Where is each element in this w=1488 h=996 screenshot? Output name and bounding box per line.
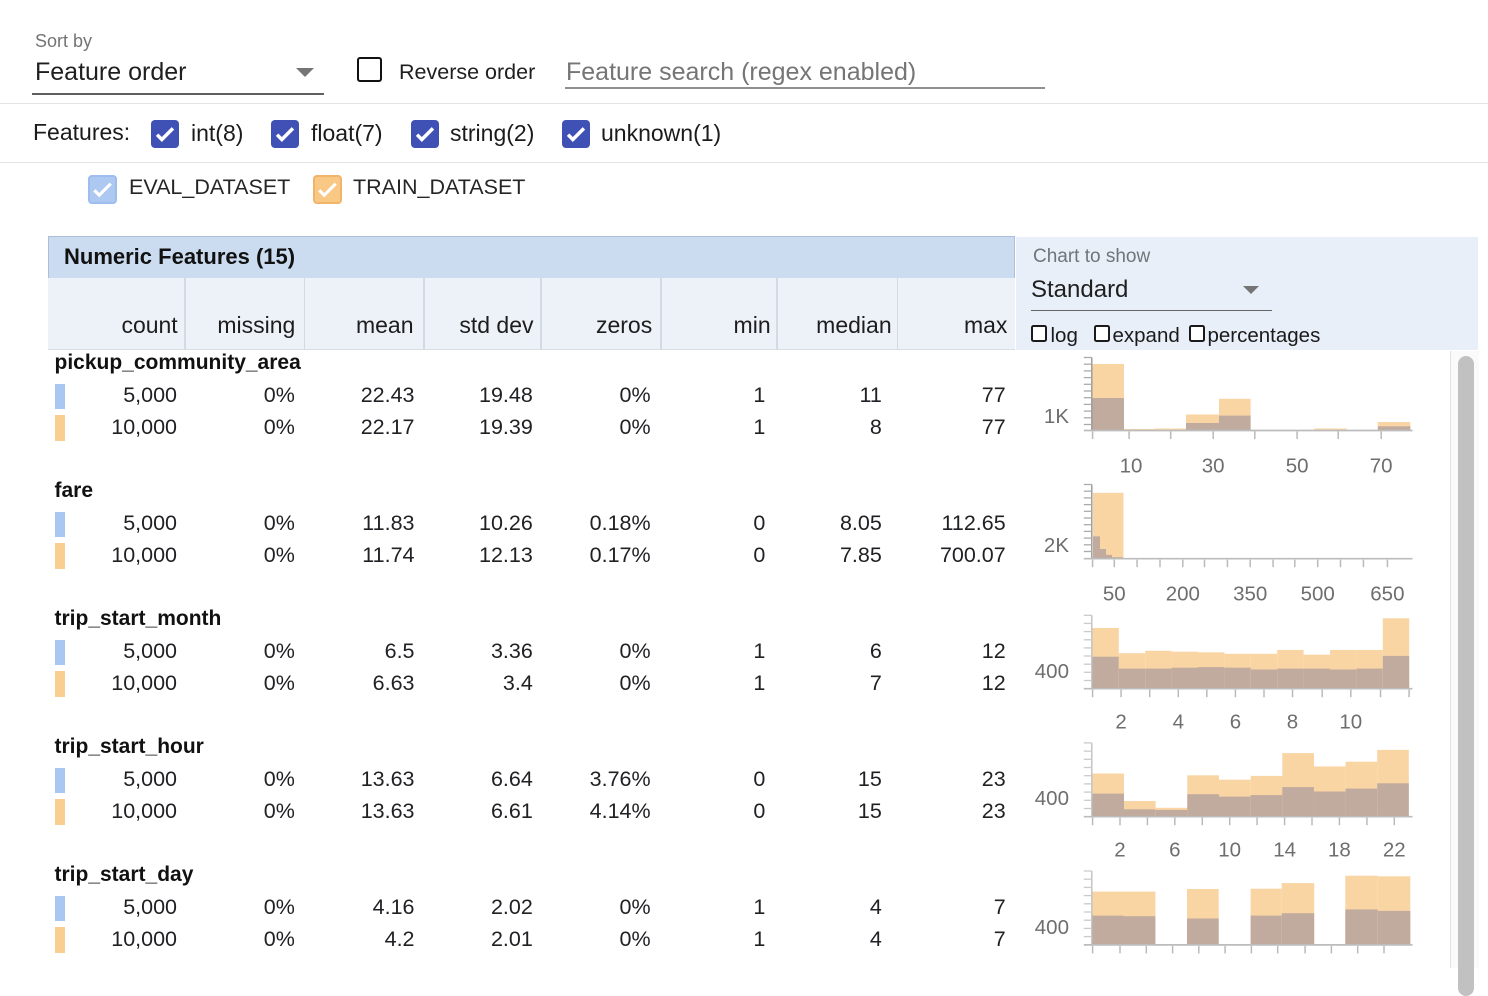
svg-text:2K: 2K (1044, 534, 1069, 557)
svg-text:10: 10 (1120, 455, 1143, 478)
svg-text:2: 2 (1115, 711, 1126, 734)
svg-text:650: 650 (1370, 583, 1404, 606)
svg-text:400: 400 (1035, 660, 1069, 683)
svg-text:400: 400 (1035, 916, 1069, 939)
svg-text:70: 70 (1370, 455, 1393, 478)
svg-text:50: 50 (1103, 583, 1126, 606)
svg-text:22: 22 (1383, 839, 1406, 862)
svg-text:10: 10 (1218, 839, 1241, 862)
svg-text:18: 18 (1328, 839, 1351, 862)
svg-text:2: 2 (1114, 839, 1125, 862)
svg-text:30: 30 (1202, 455, 1225, 478)
svg-text:400: 400 (1035, 787, 1069, 810)
svg-text:14: 14 (1273, 839, 1296, 862)
svg-text:1K: 1K (1044, 405, 1069, 428)
svg-text:500: 500 (1301, 583, 1335, 606)
svg-text:200: 200 (1166, 583, 1200, 606)
svg-text:50: 50 (1286, 455, 1309, 478)
svg-text:6: 6 (1169, 839, 1180, 862)
svg-text:350: 350 (1233, 583, 1267, 606)
svg-text:10: 10 (1339, 711, 1362, 734)
svg-text:4: 4 (1173, 711, 1184, 734)
svg-text:8: 8 (1287, 711, 1298, 734)
svg-text:6: 6 (1230, 711, 1241, 734)
